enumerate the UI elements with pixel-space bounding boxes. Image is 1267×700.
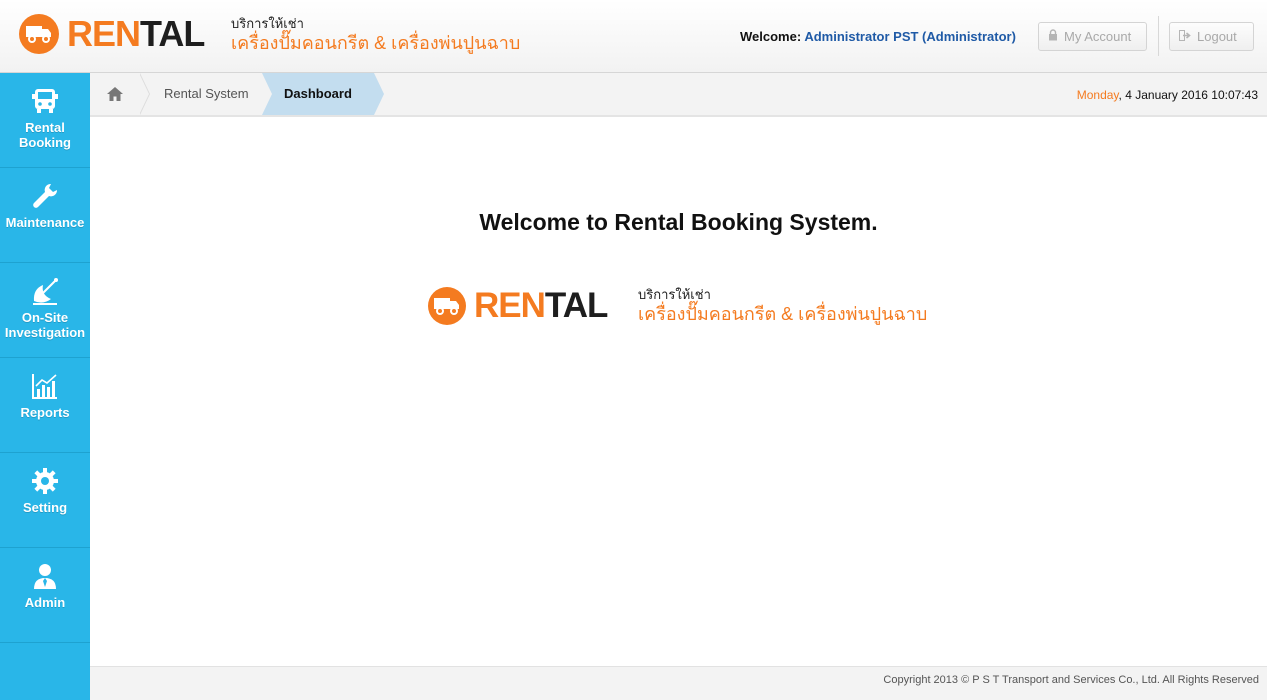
footer: Copyright 2013 © P S T Transport and Ser… bbox=[90, 666, 1267, 700]
wrench-icon bbox=[31, 182, 59, 210]
my-account-label: My Account bbox=[1064, 29, 1132, 44]
satellite-dish-icon bbox=[31, 277, 59, 305]
tagline-big: เครื่องปั๊มคอนกรีต & เครื่องพ่นปูนฉาบ bbox=[231, 33, 521, 53]
user-icon bbox=[31, 562, 59, 590]
rental-logo[interactable]: RENTAL bbox=[19, 13, 205, 54]
tagline-small: บริการให้เช่า bbox=[638, 287, 711, 302]
lock-icon bbox=[1048, 29, 1058, 44]
center-logo: RENTAL bbox=[428, 286, 608, 325]
datetime-rest: , 4 January 2016 10:07:43 bbox=[1118, 88, 1258, 102]
sidebar-label-line2: Investigation bbox=[4, 325, 86, 340]
center-tagline: บริการให้เช่า เครื่องปั๊มคอนกรีต & เครื่… bbox=[638, 286, 927, 325]
sidebar-label: Rental bbox=[25, 120, 65, 135]
my-account-button[interactable]: My Account bbox=[1038, 22, 1147, 51]
copyright-text: Copyright 2013 © P S T Transport and Ser… bbox=[883, 674, 1259, 686]
logo-wordmark: RENTAL bbox=[474, 286, 608, 325]
chart-icon bbox=[31, 372, 59, 400]
sidebar-item-rental-booking[interactable]: Rental Booking bbox=[0, 73, 90, 168]
logout-icon bbox=[1179, 29, 1191, 44]
header-tagline: บริการให้เช่า เครื่องปั๊มคอนกรีต & เครื่… bbox=[231, 15, 520, 54]
breadcrumb-separator bbox=[374, 73, 384, 115]
gear-icon bbox=[31, 467, 59, 495]
breadcrumb-rental-system[interactable]: Rental System bbox=[140, 73, 264, 115]
sidebar-label-line2: Booking bbox=[19, 135, 71, 150]
welcome-user-link[interactable]: Administrator PST (Administrator) bbox=[804, 29, 1016, 44]
truck-icon bbox=[428, 287, 466, 325]
logout-button[interactable]: Logout bbox=[1169, 22, 1254, 51]
sidebar-item-setting[interactable]: Setting bbox=[0, 453, 90, 548]
truck-icon bbox=[19, 14, 59, 54]
breadcrumb: Rental System Dashboard Monday, 4 Januar… bbox=[90, 73, 1267, 117]
logout-label: Logout bbox=[1197, 29, 1237, 44]
breadcrumb-separator bbox=[262, 73, 272, 115]
home-icon[interactable] bbox=[90, 73, 140, 115]
datetime: Monday, 4 January 2016 10:07:43 bbox=[1077, 88, 1258, 102]
welcome-label: Welcome: bbox=[740, 29, 802, 44]
header: RENTAL บริการให้เช่า เครื่องปั๊มคอนกรีต … bbox=[0, 0, 1267, 73]
header-divider bbox=[1158, 16, 1159, 56]
sidebar-item-admin[interactable]: Admin bbox=[0, 548, 90, 643]
sidebar-item-reports[interactable]: Reports bbox=[0, 358, 90, 453]
sidebar-label: Reports bbox=[20, 405, 70, 420]
main-content: Welcome to Rental Booking System. RENTAL… bbox=[90, 119, 1267, 666]
sidebar: Rental Booking Maintenance On-Site Inves… bbox=[0, 73, 90, 700]
tagline-big: เครื่องปั๊มคอนกรีต & เครื่องพ่นปูนฉาบ bbox=[638, 304, 928, 324]
sidebar-label: Setting bbox=[22, 500, 68, 515]
sidebar-item-on-site-investigation[interactable]: On-Site Investigation bbox=[0, 263, 90, 358]
datetime-day: Monday bbox=[1076, 88, 1119, 102]
bus-icon bbox=[31, 87, 59, 115]
logo-wordmark: RENTAL bbox=[67, 13, 205, 54]
sidebar-label: On-Site bbox=[21, 310, 69, 325]
breadcrumb-dashboard[interactable]: Dashboard bbox=[262, 73, 374, 115]
sidebar-item-maintenance[interactable]: Maintenance bbox=[0, 168, 90, 263]
sidebar-label: Maintenance bbox=[5, 215, 85, 230]
page-title: Welcome to Rental Booking System. bbox=[479, 209, 878, 235]
app-frame: RENTAL บริการให้เช่า เครื่องปั๊มคอนกรีต … bbox=[0, 0, 1267, 700]
welcome-text: Welcome: Administrator PST (Administrato… bbox=[740, 29, 1016, 44]
sidebar-label: Admin bbox=[24, 595, 66, 610]
tagline-small: บริการให้เช่า bbox=[231, 16, 304, 31]
